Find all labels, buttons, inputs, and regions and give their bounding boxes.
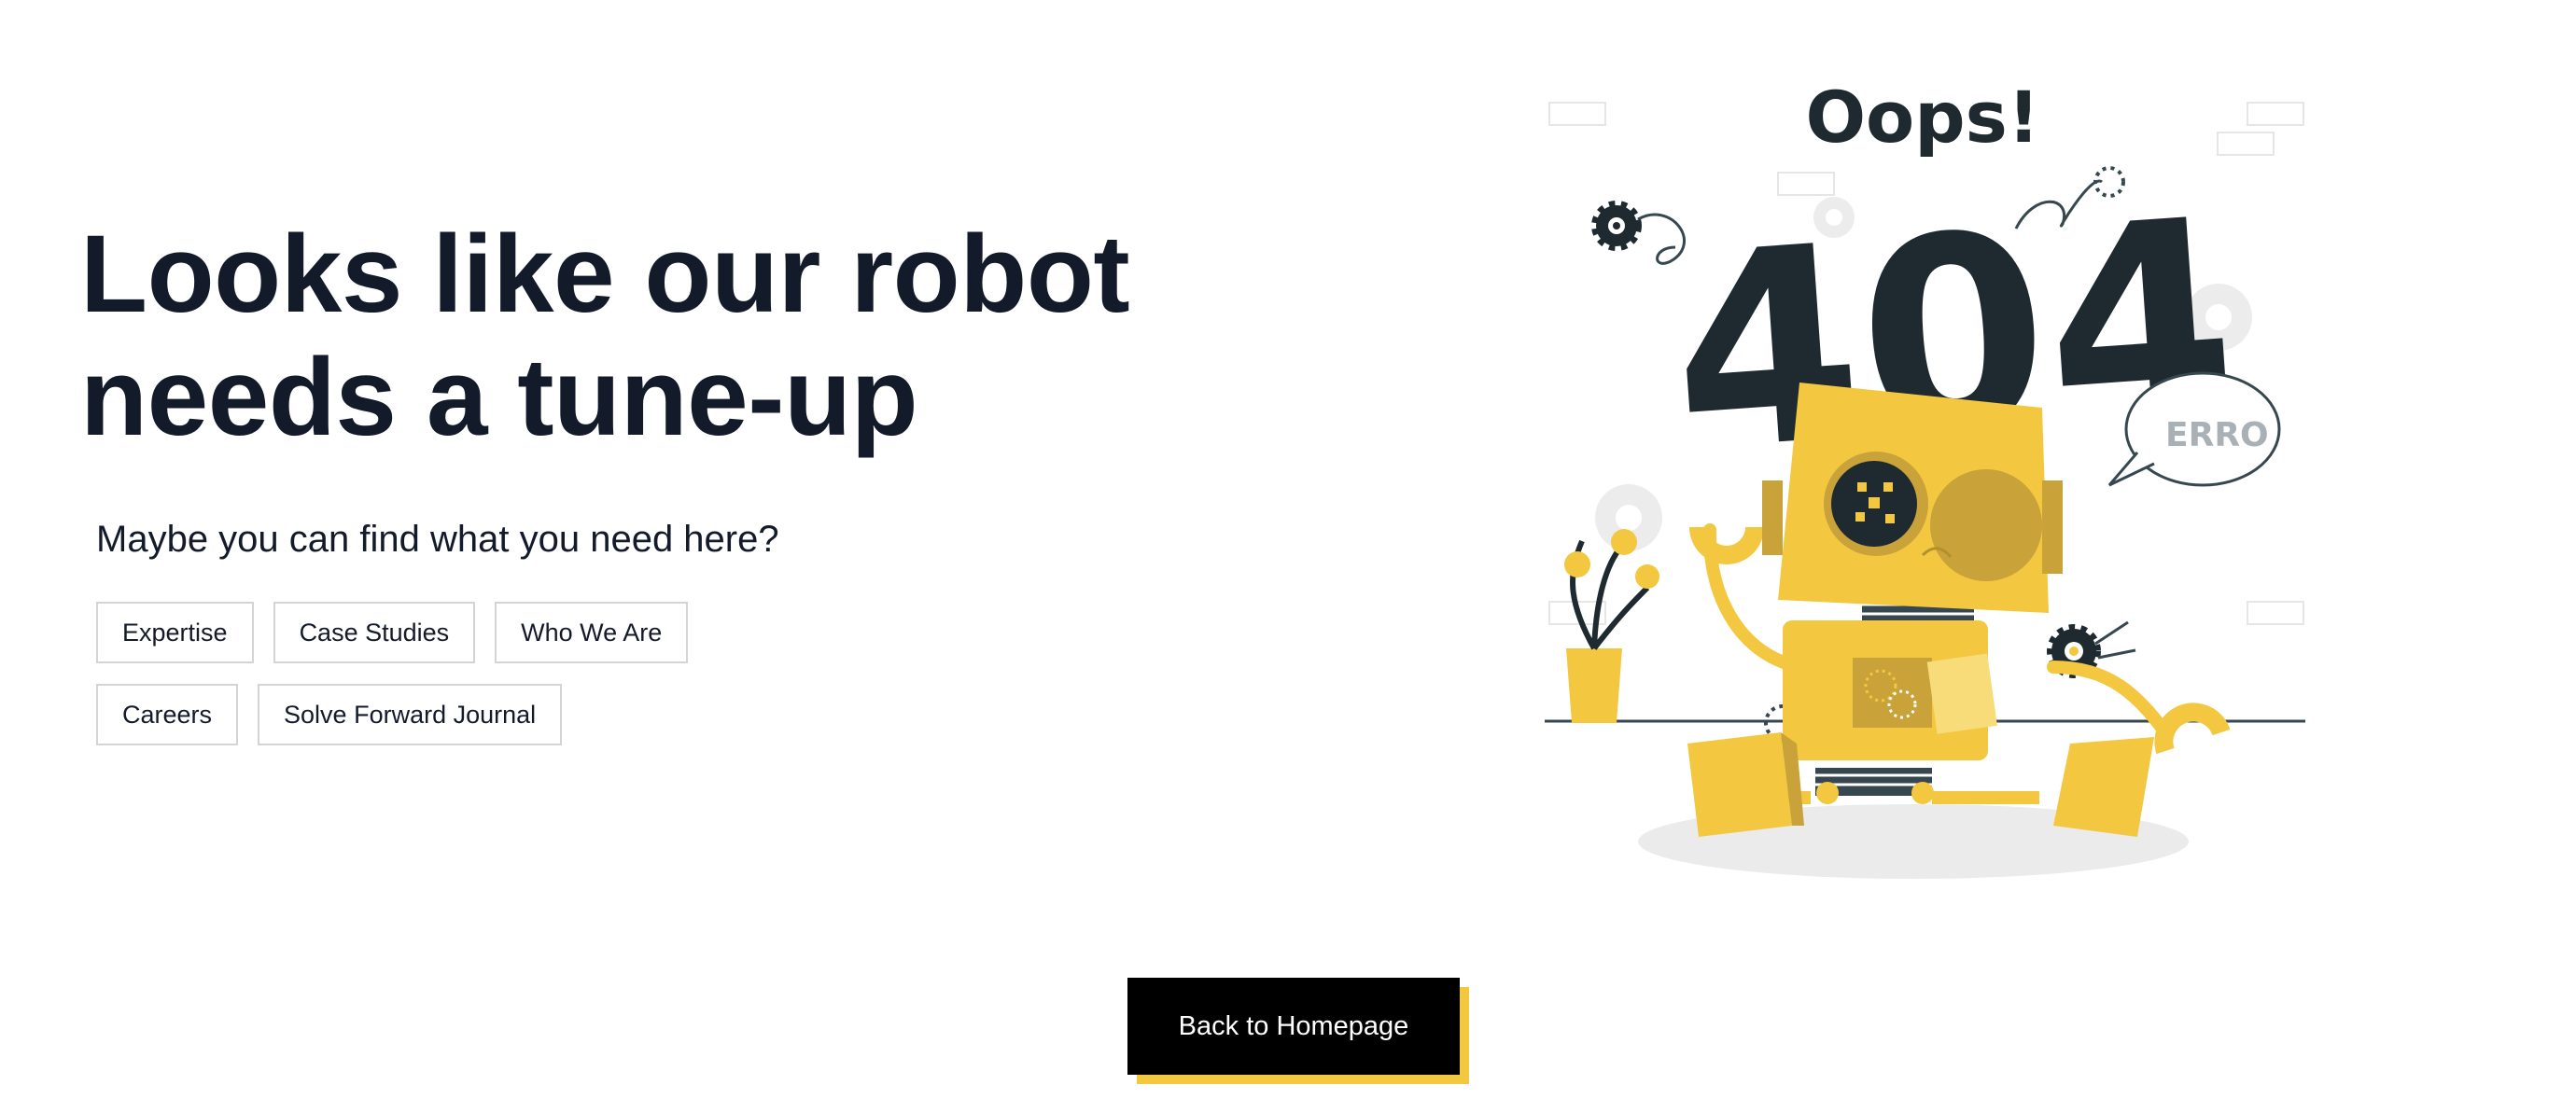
link-expertise[interactable]: Expertise [96,602,254,663]
quick-links-row-1: Expertise Case Studies Who We Are [96,602,689,663]
page-title-line-1: Looks like our robot [80,213,1130,336]
quick-links-row-2: Careers Solve Forward Journal [96,684,563,745]
robot-404-illustration: Oops! 404 ERRO [1545,79,2305,879]
page-title-line-2: needs a tune-up [80,336,918,459]
page-subtitle: Maybe you can find what you need here? [96,519,779,560]
link-who-we-are[interactable]: Who We Are [495,602,689,663]
link-solve-forward-journal[interactable]: Solve Forward Journal [258,684,563,745]
bubble-text: ERRO [2165,416,2269,454]
page-title: Looks like our robot needs a tune-up [80,213,1387,459]
link-case-studies[interactable]: Case Studies [273,602,476,663]
link-careers[interactable]: Careers [96,684,239,745]
gear-icon [1591,201,1642,251]
back-to-homepage-wrapper: Back to Homepage [1127,978,1469,1084]
back-to-homepage-button[interactable]: Back to Homepage [1127,978,1460,1075]
oops-text: Oops! [1805,79,2039,159]
plant-icon [1564,529,1659,723]
